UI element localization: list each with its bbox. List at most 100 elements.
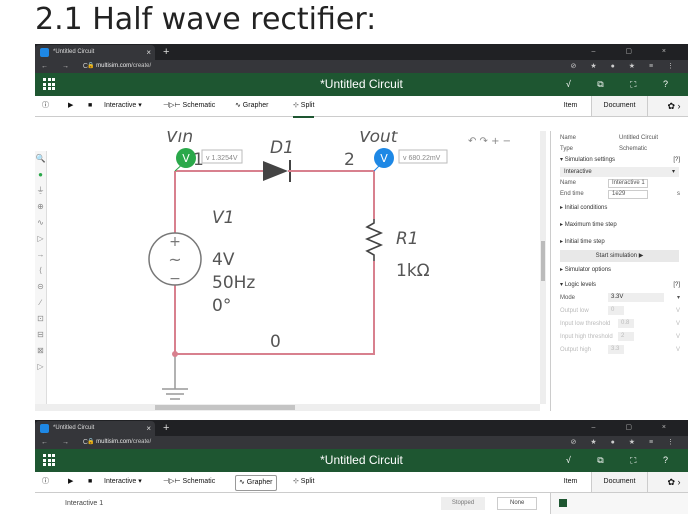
address-bar: ← → C 🔒 multisim.com/create/ ⊘ ★ ● ★ ≡ ⋮ [35,436,688,449]
tab-close-icon[interactable]: × [146,421,151,436]
resistor-name-label: R1 [396,229,419,249]
start-simulation-button[interactable]: Start simulation ▶ [560,250,679,262]
tab-split[interactable]: ⊹ Split [293,472,314,492]
tab-split[interactable]: ⊹ Split [293,96,315,118]
mode-dropdown[interactable]: Interactive ▾ [104,96,142,116]
tab-close-icon[interactable]: × [146,45,151,60]
multisim-window-schematic: *Untitled Circuit × + – ▢ × ← → C 🔒 mult… [35,44,688,411]
gear-icon[interactable]: ✿ › [662,96,686,116]
tab-item[interactable]: Item [550,472,592,492]
tab-schematic[interactable]: ⊣▷⊢ Schematic [163,472,215,492]
logic-mode-select[interactable]: 3.3V [608,293,664,302]
canvas-horizontal-scrollbar[interactable] [35,404,540,411]
tab-schematic[interactable]: ⊣▷⊢ Schematic [163,96,215,116]
initial-time-step-section[interactable]: ▸ Initial time step [551,237,688,248]
capacitor-tool-icon[interactable]: ⟨ [35,263,46,279]
logic-mode-row: Mode 3.3V ▾ [560,293,680,302]
source-tool-icon[interactable]: ⊕ [35,199,46,215]
node-2-label: 2 [344,150,355,170]
svg-text:+: + [169,234,181,250]
multisim-favicon-icon [40,48,49,57]
extension-icons[interactable]: ⊘ ★ ● ★ ≡ ⋮ [571,436,680,449]
info-icon[interactable]: ⓘ [42,96,49,116]
voltage-source-v1[interactable]: + ~ − [148,232,202,287]
browser-tab-bar: *Untitled Circuit × + – ▢ × [35,420,688,436]
browser-tab[interactable]: *Untitled Circuit × [35,45,155,60]
extension-icons[interactable]: ⊘ ★ ● ★ ≡ ⋮ [571,60,680,73]
circuit-wires [174,170,375,355]
info-icon[interactable]: ⓘ [42,472,49,492]
gear-icon[interactable]: ✿ › [662,472,686,492]
wire-tool-icon[interactable]: → [35,247,46,263]
filter-select[interactable]: None [497,497,537,510]
sim-name-field[interactable]: Interactive 1 [608,179,648,188]
browser-tab-bar: *Untitled Circuit × + – ▢ × [35,44,688,60]
max-time-step-section[interactable]: ▸ Maximum time step [551,220,688,231]
switch-tool-icon[interactable]: ∕ [35,295,46,311]
tab-document[interactable]: Document [592,96,648,116]
main-toolbar: ⓘ ▶ ■ Interactive ▾ ⊣▷⊢ Schematic ∿ Grap… [35,96,688,118]
schematic-canvas[interactable]: ↶ ↷ + − + ~ − V v 1.3254V Vin V v 680.22… [48,131,543,411]
header-action-icons[interactable]: √ ⧉ ⛶ ? [566,449,680,472]
ground-symbol [162,354,188,400]
grapher-subbar: Interactive 1 Stopped None [35,493,688,514]
url-field[interactable]: 🔒 multisim.com/create/ [87,60,151,73]
window-controls[interactable]: – ▢ × [592,44,680,60]
new-tab-icon[interactable]: + [163,44,169,60]
browser-nav-icons[interactable]: ← → C [41,436,94,449]
play-icon[interactable]: ▶ [68,96,73,116]
logic-tool-icon[interactable]: ⊟ [35,327,46,343]
window-controls[interactable]: – ▢ × [592,420,680,436]
properties-panel: Name Untitled Circuit Type Schematic ▾ Sim… [550,131,688,411]
logic-levels-section[interactable]: ▾ Logic levels [?] [551,280,688,291]
probe-vin-reading: v 1.3254V [206,155,238,162]
canvas-vertical-scrollbar[interactable] [540,131,546,404]
app-header: *Untitled Circuit √ ⧉ ⛶ ? [35,449,688,472]
mode-dropdown[interactable]: Interactive ▾ [104,472,142,492]
end-time-row: End time 1e29 s [560,190,680,199]
canvas-zoom-controls[interactable]: ↶ ↷ + − [468,136,511,147]
source-amplitude-label: 4V [212,250,235,270]
initial-conditions-section[interactable]: ▸ Initial conditions [551,203,688,214]
resistor-tool-icon[interactable]: ∿ [35,215,46,231]
probe-tool-icon[interactable]: ● [35,167,46,183]
node-0-label: 0 [270,332,281,352]
address-bar: ← → C 🔒 multisim.com/create/ ⊘ ★ ● ★ ≡ ⋮ [35,60,688,73]
probe-vin-label: Vin [166,131,193,147]
prop-type-row: Type Schematic [560,146,648,152]
meter-tool-icon[interactable]: ⊝ [35,279,46,295]
simulator-options-section[interactable]: ▸ Simulator options [551,265,688,276]
browser-tab[interactable]: *Untitled Circuit × [35,421,155,436]
connector-tool-icon[interactable]: ⊠ [35,343,46,359]
play-icon[interactable]: ▶ [68,472,73,492]
ground-tool-icon[interactable]: ⏚ [35,183,46,199]
browser-nav-icons[interactable]: ← → C [41,60,94,73]
resistor-r1[interactable] [364,219,384,261]
opamp-tool-icon[interactable]: ▷ [35,359,46,375]
sim-settings-section[interactable]: ▾ Simulation settings [?] [551,155,688,166]
sim-mode-select[interactable]: Interactive ▾ [560,167,679,177]
trace-checkbox[interactable] [559,499,567,507]
header-action-icons[interactable]: √ ⧉ ⛶ ? [566,73,680,96]
tab-item[interactable]: Item [550,96,592,116]
url-field[interactable]: 🔒 multisim.com/create/ [87,436,151,449]
multisim-favicon-icon [40,424,49,433]
tab-document[interactable]: Document [592,472,648,492]
new-tab-icon[interactable]: + [163,420,169,436]
ic-tool-icon[interactable]: ⊡ [35,311,46,327]
zoom-icon[interactable]: 🔍 [35,151,46,167]
multisim-window-split: *Untitled Circuit × + – ▢ × ← → C 🔒 mult… [35,420,688,520]
diode-d1[interactable] [263,160,301,182]
stop-icon[interactable]: ■ [88,472,92,492]
diode-tool-icon[interactable]: ▷ [35,231,46,247]
grapher-sim-name: Interactive 1 [65,500,104,507]
stop-icon[interactable]: ■ [88,96,92,116]
tab-grapher[interactable]: ∿ Grapher [235,96,269,116]
input-low-threshold-row: Input low threshold 0.8 V [560,319,680,328]
end-time-field[interactable]: 1e29 [608,190,648,199]
workspace: 🔍 ● ⏚ ⊕ ∿ ▷ → ⟨ ⊝ ∕ ⊡ ⊟ ⊠ ▷ ↶ ↷ + − + ~ … [35,131,688,411]
sim-name-row: Name Interactive 1 [551,178,688,189]
tab-grapher[interactable]: ∿ Grapher [235,475,277,491]
probe-vout[interactable]: V [373,148,394,172]
prop-name-row: Name Untitled Circuit [560,135,659,141]
